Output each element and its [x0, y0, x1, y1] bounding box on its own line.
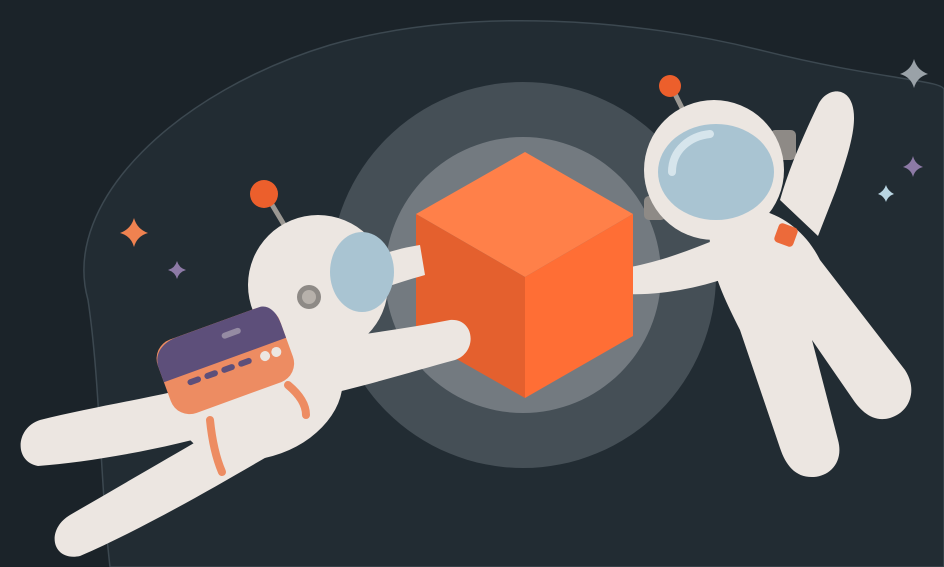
- illustration-scene: [0, 0, 944, 567]
- space-illustration: [20, 19, 944, 567]
